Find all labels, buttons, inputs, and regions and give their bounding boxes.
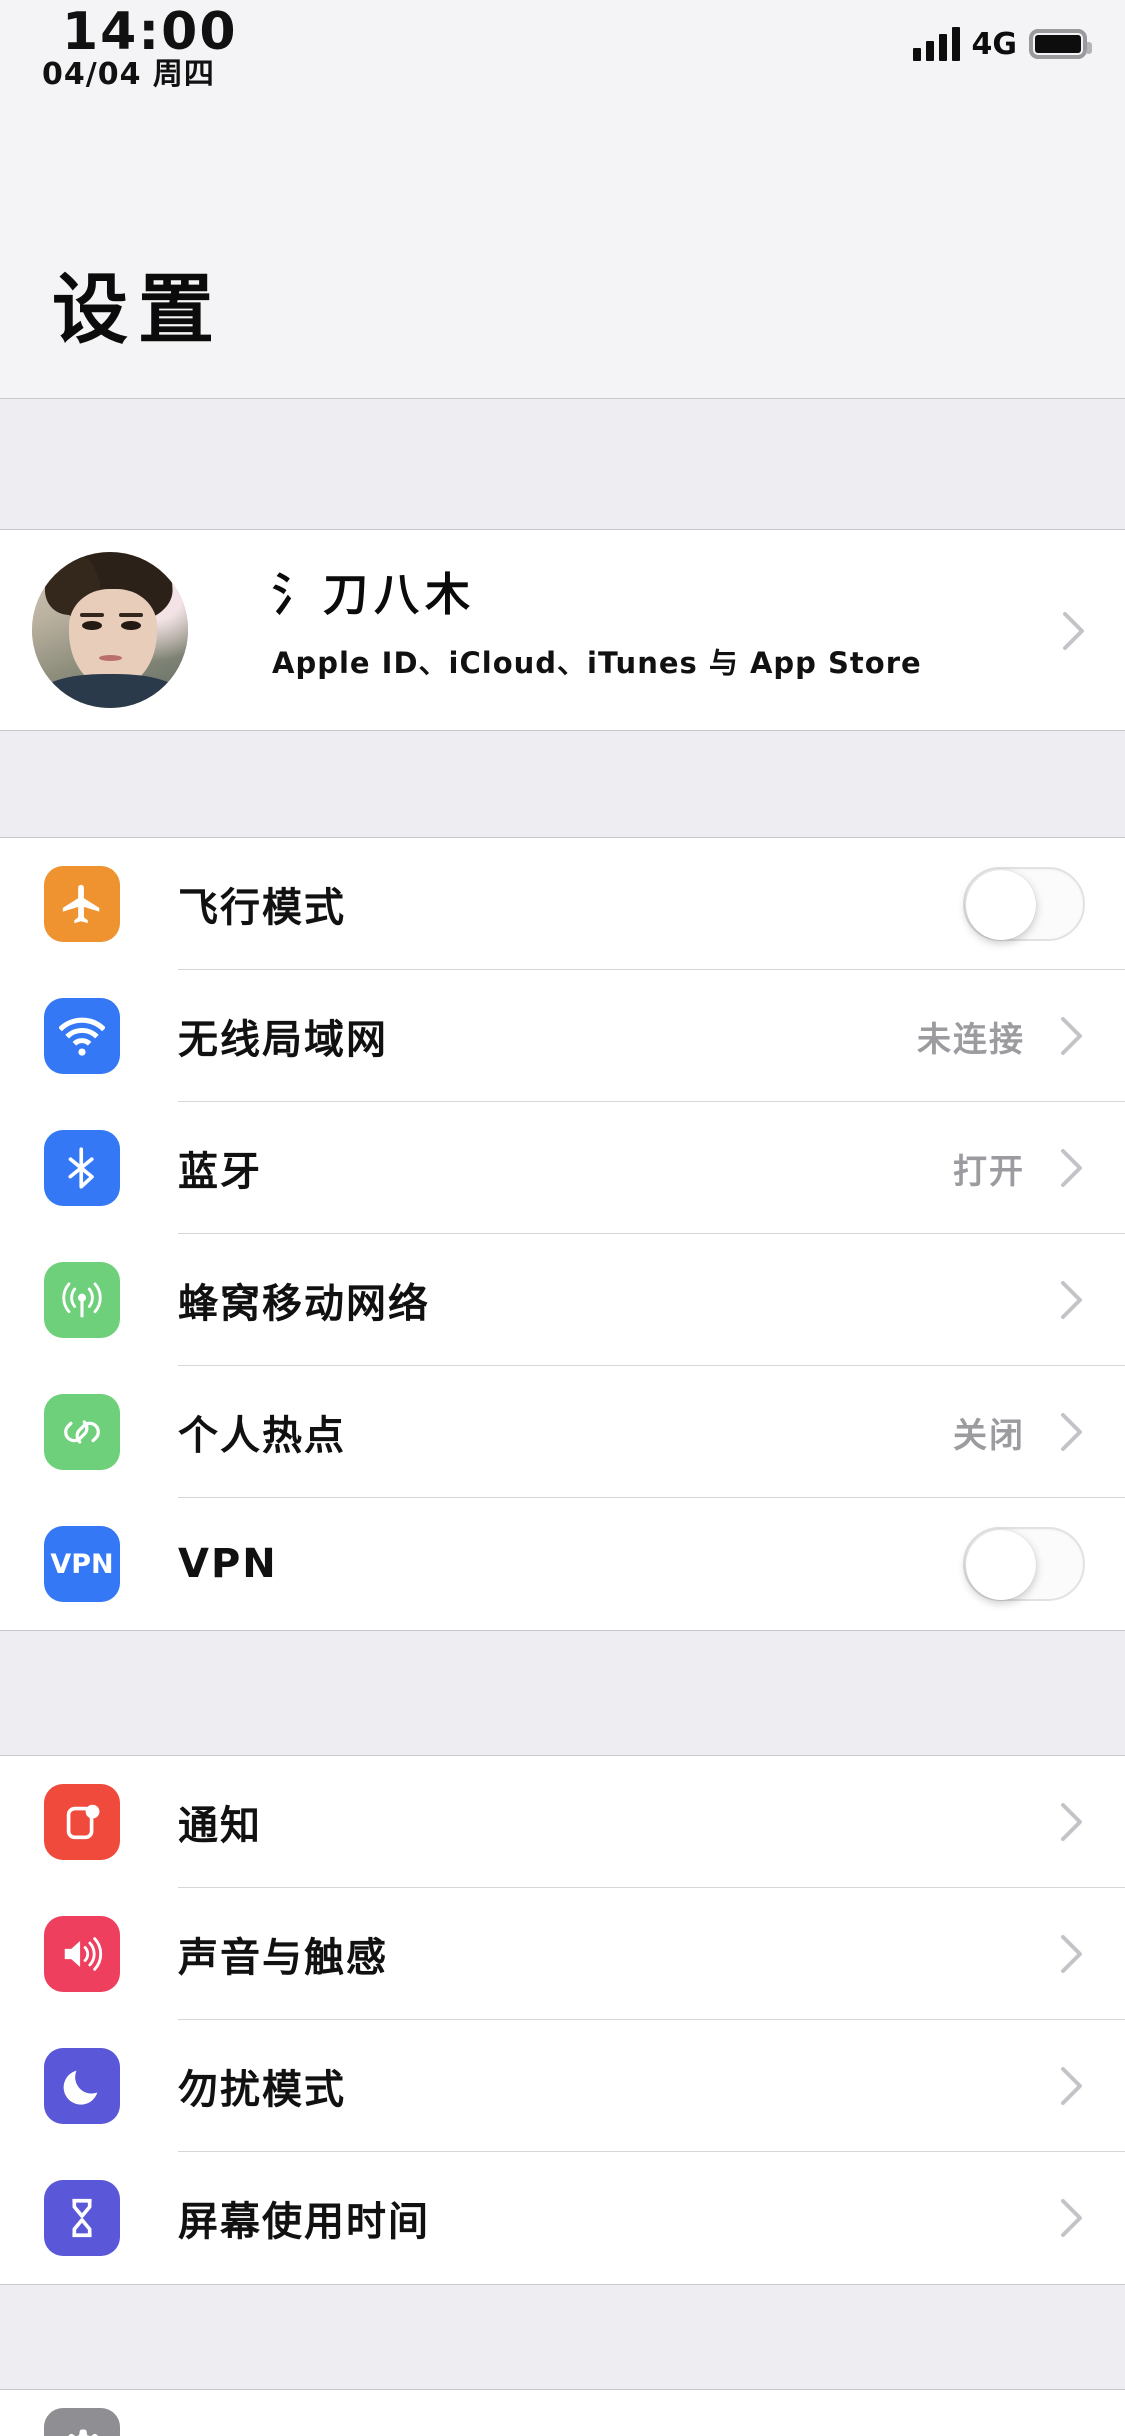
section-gap-top (0, 399, 1125, 530)
profile-name: 氵刀八木 (272, 568, 477, 621)
row-label-vpn: VPN (178, 1541, 278, 1587)
row-screen-time[interactable]: 屏幕使用时间 (0, 2152, 1125, 2284)
group-notifications: 通知 声音与触感 勿扰模式 屏幕使用时间 (0, 1756, 1125, 2284)
bluetooth-icon (44, 1130, 120, 1206)
row-label-bluetooth: 蓝牙 (178, 1149, 262, 1195)
row-sounds-haptics[interactable]: 声音与触感 (0, 1888, 1125, 2020)
section-gap-2 (0, 1630, 1125, 1756)
row-value-personal-hotspot: 关闭 (953, 1415, 1025, 1456)
chevron-right-icon (1061, 1803, 1083, 1841)
notification-banner-icon (44, 1784, 120, 1860)
group-connectivity: 飞行模式 无线局域网 未连接 蓝牙 打开 蜂窝移动网络 个人热点 关闭 VPN … (0, 838, 1125, 1630)
row-airplane-mode[interactable]: 飞行模式 (0, 838, 1125, 970)
row-vpn[interactable]: VPN VPN (0, 1498, 1125, 1630)
avatar (32, 552, 188, 708)
section-gap-3 (0, 2284, 1125, 2390)
row-label-wifi: 无线局域网 (178, 1017, 388, 1063)
cellular-antenna-icon (44, 1262, 120, 1338)
chevron-right-icon (1061, 1413, 1083, 1451)
row-do-not-disturb[interactable]: 勿扰模式 (0, 2020, 1125, 2152)
row-label-sounds-haptics: 声音与触感 (178, 1935, 388, 1981)
profile-subtitle: Apple ID、iCloud、iTunes 与 App Store (272, 645, 922, 680)
row-bluetooth[interactable]: 蓝牙 打开 (0, 1102, 1125, 1234)
chevron-right-icon (1061, 2199, 1083, 2237)
status-bar: 14:00 04/04 周四 4G (0, 0, 1125, 132)
row-label-notifications: 通知 (178, 1803, 262, 1849)
row-notifications[interactable]: 通知 (0, 1756, 1125, 1888)
battery-icon (1029, 29, 1092, 59)
row-label-airplane-mode: 飞行模式 (178, 885, 346, 931)
row-label-cellular: 蜂窝移动网络 (178, 1281, 430, 1327)
chevron-right-icon (1063, 612, 1085, 650)
group-system (0, 2390, 1125, 2436)
chevron-right-icon (1061, 1281, 1083, 1319)
status-bar-date: 04/04 周四 (42, 57, 215, 92)
row-wifi[interactable]: 无线局域网 未连接 (0, 970, 1125, 1102)
chevron-right-icon (1061, 1149, 1083, 1187)
hourglass-icon (44, 2180, 120, 2256)
airplane-icon (44, 866, 120, 942)
chevron-right-icon (1061, 2067, 1083, 2105)
row-label-do-not-disturb: 勿扰模式 (178, 2067, 346, 2113)
row-label-personal-hotspot: 个人热点 (178, 1413, 346, 1459)
page-title: 设置 (52, 265, 224, 354)
vpn-icon-label: VPN (50, 1548, 114, 1580)
section-gap-1 (0, 730, 1125, 838)
status-bar-indicators: 4G (912, 22, 1092, 66)
chevron-right-icon (1061, 1017, 1083, 1055)
row-value-bluetooth: 打开 (953, 1151, 1025, 1192)
network-type-label: 4G (971, 26, 1018, 62)
gear-icon (44, 2408, 120, 2436)
speaker-waves-icon (44, 1916, 120, 1992)
apple-id-row[interactable]: 氵刀八木 Apple ID、iCloud、iTunes 与 App Store (0, 530, 1125, 730)
status-bar-time: 14:00 (62, 2, 238, 62)
apple-id-texts: 氵刀八木 Apple ID、iCloud、iTunes 与 App Store (272, 570, 922, 682)
vpn-icon: VPN (44, 1526, 120, 1602)
wifi-icon (44, 998, 120, 1074)
row-value-wifi: 未连接 (917, 1019, 1025, 1060)
row-cellular[interactable]: 蜂窝移动网络 (0, 1234, 1125, 1366)
signal-bars-icon (912, 27, 960, 61)
row-personal-hotspot[interactable]: 个人热点 关闭 (0, 1366, 1125, 1498)
moon-icon (44, 2048, 120, 2124)
toggle-airplane-mode[interactable] (963, 867, 1085, 941)
chevron-right-icon (1061, 1935, 1083, 1973)
row-label-screen-time: 屏幕使用时间 (178, 2199, 430, 2245)
settings-screen: 14:00 04/04 周四 4G 设置 氵刀八木 Apple ID、iClou… (0, 0, 1125, 2436)
hotspot-link-icon (44, 1394, 120, 1470)
row-general[interactable] (0, 2390, 1125, 2436)
toggle-vpn[interactable] (963, 1527, 1085, 1601)
